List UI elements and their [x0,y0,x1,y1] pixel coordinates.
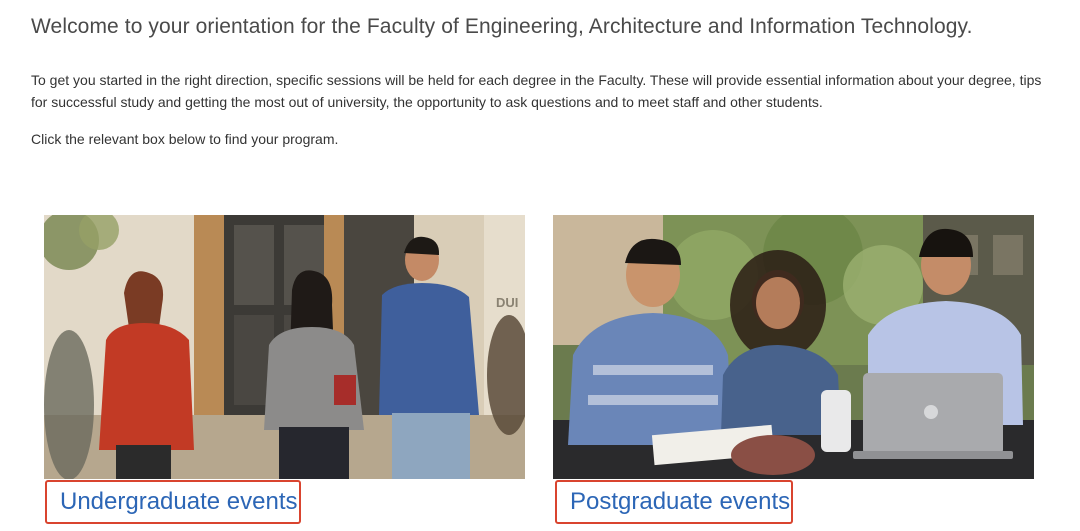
postgraduate-events-link[interactable]: Postgraduate events [555,480,793,524]
instruction-text: Click the relevant box below to find you… [31,131,339,147]
orientation-page: Welcome to your orientation for the Facu… [0,0,1080,531]
undergraduate-card[interactable]: DUI Undergraduate events [44,215,525,531]
students-studying-laptop-image [553,215,1034,479]
students-walking-campus-image: DUI [44,215,525,479]
undergraduate-photo[interactable]: DUI [44,215,525,479]
undergraduate-events-link[interactable]: Undergraduate events [45,480,301,524]
postgraduate-card[interactable]: Postgraduate events [553,215,1034,531]
postgraduate-photo[interactable] [553,215,1034,479]
page-title: Welcome to your orientation for the Facu… [31,15,973,38]
intro-paragraph: To get you started in the right directio… [31,72,1042,110]
svg-text:DUI: DUI [496,295,518,310]
